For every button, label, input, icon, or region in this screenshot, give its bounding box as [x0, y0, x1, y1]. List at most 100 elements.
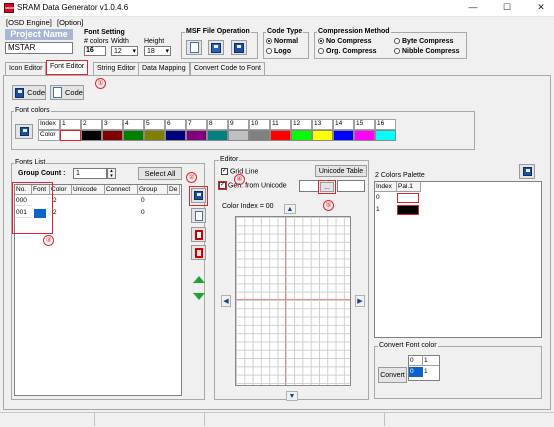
- tab-string-editor[interactable]: String Editor: [93, 62, 140, 75]
- font-colors-color-header: Color: [38, 130, 60, 141]
- code-type-normal[interactable]: Normal: [266, 38, 298, 45]
- menu-osd-engine[interactable]: [OSD Engine]: [6, 18, 52, 27]
- font-color-index: 16: [375, 119, 396, 130]
- project-name-label: Project Name: [5, 29, 73, 40]
- font-color-swatch[interactable]: [228, 130, 249, 141]
- code-type-logo[interactable]: Logo: [266, 48, 291, 55]
- font-colors-table: Index Color 1 2 3 4 5 6 7 8 9 10 11 12 13 14 15 16: [38, 119, 396, 143]
- fonts-col-header[interactable]: Connect: [105, 185, 138, 195]
- project-name-input[interactable]: MSTAR: [5, 42, 73, 54]
- font-color-index: 12: [291, 119, 312, 130]
- code-button-1[interactable]: Code: [12, 85, 46, 100]
- delete-font-button[interactable]: [191, 245, 206, 260]
- palette-color-1[interactable]: [397, 205, 419, 215]
- move-up-icon[interactable]: [193, 276, 205, 283]
- font-color-swatch[interactable]: [333, 130, 354, 141]
- font-color-swatch[interactable]: [375, 130, 396, 141]
- width-select[interactable]: 12: [111, 46, 138, 56]
- fonts-row-color[interactable]: 2: [52, 196, 72, 206]
- fonts-col-header[interactable]: Color: [50, 185, 72, 195]
- font-colors-apply-button[interactable]: [15, 124, 33, 139]
- browse-button[interactable]: ...: [320, 182, 334, 192]
- fonts-col-header[interactable]: Group: [138, 185, 168, 195]
- select-all-button[interactable]: Select All: [138, 167, 182, 180]
- fonts-row-group[interactable]: 0: [140, 208, 160, 218]
- minimize-icon[interactable]: —: [466, 2, 480, 12]
- font-color-swatch[interactable]: [291, 130, 312, 141]
- font-color-swatch[interactable]: [123, 130, 144, 141]
- font-color-index: 5: [144, 119, 165, 130]
- convert-from-1[interactable]: 0: [409, 367, 423, 377]
- tab-data-mapping[interactable]: Data Mapping: [138, 62, 190, 75]
- convert-to-1[interactable]: 1: [423, 367, 439, 377]
- group-count-input[interactable]: 1: [73, 168, 107, 179]
- font-color-swatch[interactable]: [270, 130, 291, 141]
- delete-font-icon: [194, 247, 203, 258]
- font-color-index: 2: [81, 119, 102, 130]
- scroll-right-icon[interactable]: ▶: [355, 295, 365, 307]
- unicode-value-field[interactable]: [337, 180, 365, 192]
- group-count-spinner[interactable]: ▴ ▾: [107, 168, 116, 179]
- gen-unicode-checkbox[interactable]: ✓ Gen. from Unicode: [219, 182, 287, 189]
- close-icon[interactable]: ✕: [534, 2, 548, 13]
- font-color-swatch[interactable]: [102, 130, 123, 141]
- palette-apply-button[interactable]: [519, 164, 535, 179]
- unicode-input[interactable]: [299, 180, 319, 192]
- font-color-swatch[interactable]: [207, 130, 228, 141]
- code-type-normal-label: Normal: [274, 38, 299, 45]
- font-color-swatch[interactable]: [81, 130, 102, 141]
- compress-nibble[interactable]: Nibble Compress: [394, 48, 460, 55]
- tab-font-editor[interactable]: Font Editor: [46, 60, 89, 75]
- font-color-swatch[interactable]: [144, 130, 165, 141]
- palette-color-0[interactable]: [397, 193, 419, 203]
- apply-colors-icon: [19, 127, 29, 136]
- tab-icon-editor[interactable]: Icon Editor: [5, 62, 47, 75]
- add-font-icon: [194, 191, 203, 200]
- scroll-down-icon[interactable]: ▼: [286, 391, 298, 401]
- code-button-2-label: Code: [65, 88, 83, 97]
- compress-org-label: Org. Compress: [326, 48, 377, 55]
- open-file-button[interactable]: [208, 40, 224, 55]
- add-font-button[interactable]: [191, 188, 206, 203]
- font-color-swatch[interactable]: [354, 130, 375, 141]
- fonts-col-header[interactable]: Unicode: [72, 185, 105, 195]
- app-icon: SRAM: [4, 3, 14, 13]
- colors-input[interactable]: 16: [84, 46, 106, 56]
- height-label: Height: [144, 38, 165, 45]
- scroll-up-icon[interactable]: ▲: [284, 204, 296, 214]
- fonts-row-color[interactable]: 2: [52, 208, 72, 218]
- compress-none[interactable]: No Compress: [318, 38, 372, 45]
- font-color-swatch[interactable]: [312, 130, 333, 141]
- new-file-button[interactable]: [186, 40, 202, 55]
- font-color-swatch[interactable]: [249, 130, 270, 141]
- code-button-2[interactable]: Code: [50, 85, 84, 100]
- convert-from-0[interactable]: 0: [409, 356, 423, 366]
- insert-font-button[interactable]: [191, 208, 206, 223]
- annotation-3: ③: [43, 235, 54, 246]
- editor-title: Editor: [219, 156, 240, 163]
- compress-org[interactable]: Org. Compress: [318, 48, 377, 55]
- convert-button[interactable]: Convert: [378, 367, 407, 383]
- tab-convert-code[interactable]: Convert Code to Font: [190, 62, 265, 75]
- remove-font-button[interactable]: [191, 227, 206, 242]
- unicode-table-button[interactable]: Unicode Table: [315, 165, 367, 177]
- maximize-icon[interactable]: ☐: [500, 2, 514, 13]
- open-folder-icon: [211, 42, 221, 53]
- font-pixel-grid[interactable]: [235, 216, 351, 386]
- font-color-index: 7: [186, 119, 207, 130]
- font-color-swatch[interactable]: [60, 130, 81, 141]
- font-color-swatch[interactable]: [165, 130, 186, 141]
- compress-byte[interactable]: Byte Compress: [394, 38, 453, 45]
- save-icon: [234, 42, 244, 53]
- menu-option[interactable]: [Option]: [57, 18, 83, 27]
- move-down-icon[interactable]: [193, 293, 205, 300]
- save-file-button[interactable]: [231, 40, 247, 55]
- font-color-swatch[interactable]: [186, 130, 207, 141]
- check-icon: ✓: [221, 168, 228, 175]
- scroll-left-icon[interactable]: ◀: [221, 295, 231, 307]
- convert-to-0[interactable]: 1: [423, 356, 439, 366]
- fonts-row-group[interactable]: 0: [140, 196, 160, 206]
- fonts-col-header[interactable]: De: [168, 185, 180, 195]
- compression-title: Compression Method: [317, 28, 391, 35]
- height-select[interactable]: 18: [144, 46, 171, 56]
